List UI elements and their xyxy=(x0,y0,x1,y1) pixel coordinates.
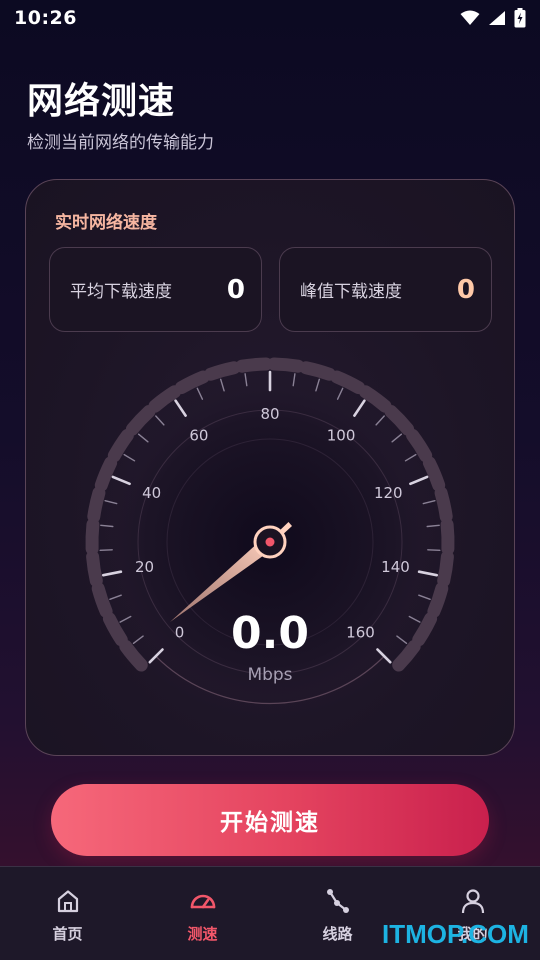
card-title: 实时网络速度 xyxy=(55,213,157,233)
start-test-button[interactable]: 开始测速 xyxy=(51,784,489,856)
page-title: 网络测速 xyxy=(27,81,176,122)
peak-speed-box: 峰值下载速度 0 xyxy=(279,247,492,332)
nav-label-home: 首页 xyxy=(52,925,83,943)
cell-signal-icon xyxy=(489,11,505,25)
current-speed-unit: Mbps xyxy=(247,665,293,685)
user-icon xyxy=(461,889,484,914)
watermark: ITMOP.COM xyxy=(382,919,529,949)
nav-item-home[interactable]: 首页 xyxy=(18,887,118,944)
nav-label-route: 线路 xyxy=(322,925,353,943)
status-icons xyxy=(460,8,526,28)
avg-speed-box: 平均下载速度 0 xyxy=(49,247,262,332)
nav-item-speedtest[interactable]: 测速 xyxy=(153,887,253,944)
avg-speed-value: 0 xyxy=(226,274,245,305)
status-bar: 10:26 xyxy=(0,0,540,36)
home-icon xyxy=(57,890,78,913)
page-subtitle: 检测当前网络的传输能力 xyxy=(27,133,214,153)
avg-speed-label: 平均下载速度 xyxy=(70,282,172,302)
wifi-icon xyxy=(460,10,480,25)
peak-speed-value: 0 xyxy=(456,274,475,305)
battery-charging-icon xyxy=(514,8,526,28)
nav-label-speedtest: 测速 xyxy=(187,925,218,943)
speedometer-icon xyxy=(190,894,215,909)
peak-speed-label: 峰值下载速度 xyxy=(300,282,402,302)
status-time: 10:26 xyxy=(14,7,77,29)
nav-item-route[interactable]: 线路 xyxy=(288,887,388,944)
current-speed-value: 0.0 xyxy=(231,608,309,659)
route-icon xyxy=(326,889,349,913)
